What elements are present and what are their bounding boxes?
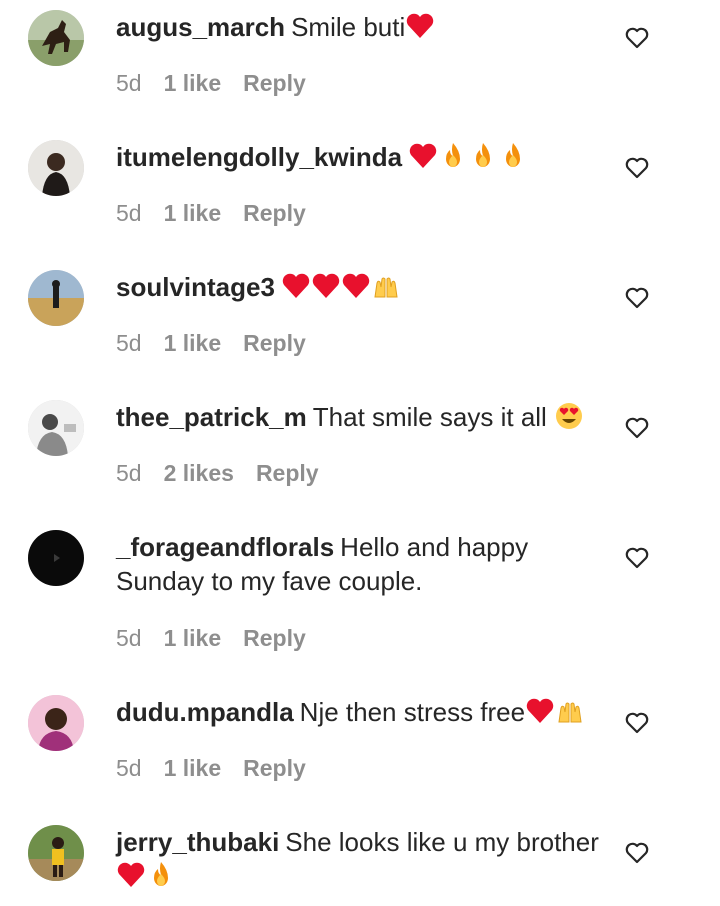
fire-emoji-icon [506,143,521,167]
reply-button[interactable]: Reply [243,625,306,652]
comment-text: jerry_thubaki She looks like u my brother [116,825,606,893]
comment-username[interactable]: augus_march [116,12,285,42]
fire-emoji-icon [476,143,491,167]
reply-button[interactable]: Reply [256,460,319,487]
comment-username[interactable]: itumelengdolly_kwinda [116,142,402,172]
horse-avatar-image [28,10,84,66]
black-avatar-image [28,530,84,586]
comment-username[interactable]: thee_patrick_m [116,402,307,432]
comment-username[interactable]: _forageandflorals [116,532,334,562]
comment-body: Smile buti [291,12,406,42]
comment-meta: 5d 1 like Reply [116,330,306,357]
comment-body: Nje then stress free [299,697,526,727]
raised-hands-emoji-icon [374,277,398,298]
fire-emoji-icon [446,143,461,167]
reply-button[interactable]: Reply [243,200,306,227]
fire-emoji-icon [154,862,168,886]
person-avatar-image [28,140,84,196]
raised-hands-emoji-icon [558,702,582,723]
heart-emoji-icon [342,273,370,298]
reply-button[interactable]: Reply [243,70,306,97]
reply-button[interactable]: Reply [243,330,306,357]
comment-likes[interactable]: 2 likes [164,460,234,487]
comment-item: dudu.mpandla Nje then stress free 5d 1 li… [0,685,720,815]
avatar[interactable] [28,10,84,66]
heart-outline-icon[interactable] [624,840,650,866]
heart-eyes-emoji-icon [556,403,583,429]
avatar[interactable] [28,695,84,751]
avatar[interactable] [28,825,84,881]
comment-time: 5d [116,70,142,96]
comment-body: She looks like u my brother [285,827,599,857]
comment-text: dudu.mpandla Nje then stress free [116,695,606,729]
avatar[interactable] [28,400,84,456]
heart-outline-icon[interactable] [624,285,650,311]
avatar[interactable] [28,270,84,326]
comment-meta: 5d 2 likes Reply [116,460,319,487]
comment-likes[interactable]: 1 like [164,330,222,357]
comment-meta: 5d 1 like Reply [116,70,306,97]
comment-time: 5d [116,200,142,226]
comment-text: soulvintage3 [116,270,606,304]
heart-outline-icon[interactable] [624,155,650,181]
comment-time: 5d [116,460,142,486]
comment-text: thee_patrick_m That smile says it all [116,400,606,434]
heart-emoji-icon [117,862,145,887]
comment-meta: 5d 1 like Reply [116,755,306,782]
reply-button[interactable]: Reply [243,755,306,782]
outdoor-avatar-image [28,825,84,881]
heart-emoji-icon [526,698,554,723]
comment-time: 5d [116,755,142,781]
heart-emoji-icon [282,273,310,298]
comment-text: itumelengdolly_kwinda [116,140,606,174]
avatar[interactable] [28,140,84,196]
comment-likes[interactable]: 1 like [164,200,222,227]
comment-meta: 5d 1 like Reply [116,625,306,652]
heart-emoji-icon [407,13,434,38]
comment-item: jerry_thubaki She looks like u my brother [0,815,720,906]
comment-likes[interactable]: 1 like [164,625,222,652]
field-avatar-image [28,270,84,326]
avatar[interactable] [28,530,84,586]
pink-avatar-image [28,695,84,751]
comment-item: _forageandflorals Hello and happy Sunday … [0,520,720,685]
comment-username[interactable]: dudu.mpandla [116,697,294,727]
comment-likes[interactable]: 1 like [164,755,222,782]
comment-time: 5d [116,330,142,356]
comment-item: itumelengdolly_kwinda 5d 1 like Reply [0,130,720,260]
heart-emoji-icon [312,273,340,298]
heart-emoji-icon [409,143,437,168]
comment-username[interactable]: jerry_thubaki [116,827,279,857]
comment-username[interactable]: soulvintage3 [116,272,275,302]
comment-text: _forageandflorals Hello and happy Sunday … [116,530,606,598]
comment-likes[interactable]: 1 like [164,70,222,97]
heart-outline-icon[interactable] [624,710,650,736]
comment-body: That smile says it all [312,402,547,432]
comment-text: augus_march Smile buti [116,10,606,44]
heart-outline-icon[interactable] [624,545,650,571]
heart-outline-icon[interactable] [624,415,650,441]
comment-item: thee_patrick_m That smile says it all 5d … [0,390,720,520]
comment-item: soulvintage3 5d 1 like Reply [0,260,720,390]
bw-avatar-image [28,400,84,456]
comment-time: 5d [116,625,142,651]
heart-outline-icon[interactable] [624,25,650,51]
comment-meta: 5d 1 like Reply [116,200,306,227]
comment-item: augus_march Smile buti 5d 1 like Reply [0,0,720,130]
